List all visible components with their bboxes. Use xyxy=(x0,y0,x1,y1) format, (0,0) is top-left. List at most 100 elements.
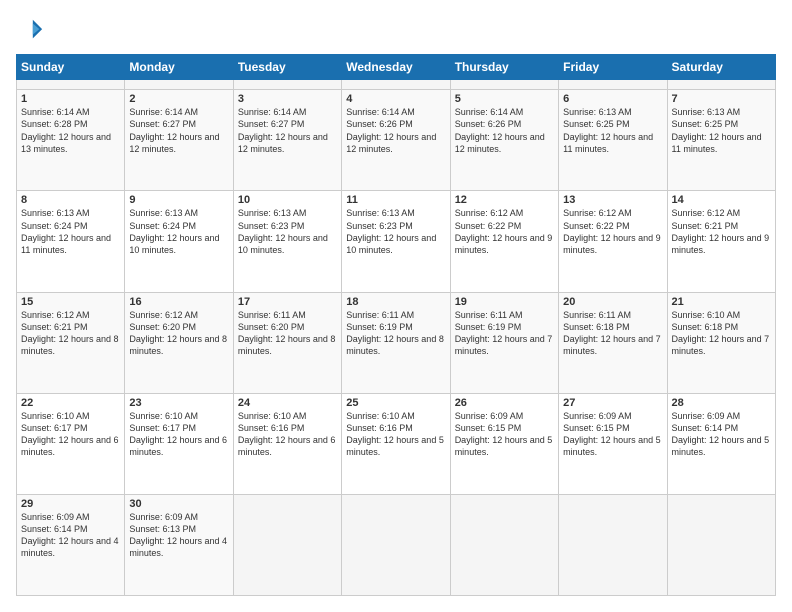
day-number: 3 xyxy=(238,93,337,105)
calendar-cell: 23Sunrise: 6:10 AMSunset: 6:17 PMDayligh… xyxy=(125,393,233,494)
calendar-cell: 6Sunrise: 6:13 AMSunset: 6:25 PMDaylight… xyxy=(559,90,667,191)
calendar-cell: 26Sunrise: 6:09 AMSunset: 6:15 PMDayligh… xyxy=(450,393,558,494)
day-info: Sunrise: 6:13 AMSunset: 6:24 PMDaylight:… xyxy=(21,207,120,256)
calendar-cell: 24Sunrise: 6:10 AMSunset: 6:16 PMDayligh… xyxy=(233,393,341,494)
day-number: 24 xyxy=(238,397,337,409)
calendar-cell: 4Sunrise: 6:14 AMSunset: 6:26 PMDaylight… xyxy=(342,90,450,191)
day-info: Sunrise: 6:13 AMSunset: 6:23 PMDaylight:… xyxy=(238,207,337,256)
day-info: Sunrise: 6:11 AMSunset: 6:18 PMDaylight:… xyxy=(563,309,662,358)
day-info: Sunrise: 6:10 AMSunset: 6:16 PMDaylight:… xyxy=(346,410,445,459)
day-info: Sunrise: 6:11 AMSunset: 6:19 PMDaylight:… xyxy=(346,309,445,358)
week-row-4: 22Sunrise: 6:10 AMSunset: 6:17 PMDayligh… xyxy=(17,393,776,494)
calendar-cell xyxy=(233,80,341,90)
calendar-cell: 22Sunrise: 6:10 AMSunset: 6:17 PMDayligh… xyxy=(17,393,125,494)
calendar-cell xyxy=(450,80,558,90)
week-row-2: 8Sunrise: 6:13 AMSunset: 6:24 PMDaylight… xyxy=(17,191,776,292)
day-info: Sunrise: 6:14 AMSunset: 6:26 PMDaylight:… xyxy=(346,106,445,155)
day-number: 10 xyxy=(238,194,337,206)
day-number: 15 xyxy=(21,296,120,308)
day-number: 12 xyxy=(455,194,554,206)
day-number: 23 xyxy=(129,397,228,409)
calendar-cell: 2Sunrise: 6:14 AMSunset: 6:27 PMDaylight… xyxy=(125,90,233,191)
calendar-cell xyxy=(342,494,450,595)
day-header-tuesday: Tuesday xyxy=(233,55,341,80)
calendar-cell: 12Sunrise: 6:12 AMSunset: 6:22 PMDayligh… xyxy=(450,191,558,292)
calendar-cell xyxy=(667,80,775,90)
day-number: 20 xyxy=(563,296,662,308)
day-info: Sunrise: 6:09 AMSunset: 6:14 PMDaylight:… xyxy=(21,511,120,560)
calendar-cell: 30Sunrise: 6:09 AMSunset: 6:13 PMDayligh… xyxy=(125,494,233,595)
calendar-cell: 13Sunrise: 6:12 AMSunset: 6:22 PMDayligh… xyxy=(559,191,667,292)
week-row-3: 15Sunrise: 6:12 AMSunset: 6:21 PMDayligh… xyxy=(17,292,776,393)
day-number: 1 xyxy=(21,93,120,105)
calendar-cell: 17Sunrise: 6:11 AMSunset: 6:20 PMDayligh… xyxy=(233,292,341,393)
day-number: 26 xyxy=(455,397,554,409)
calendar-cell xyxy=(125,80,233,90)
day-info: Sunrise: 6:13 AMSunset: 6:25 PMDaylight:… xyxy=(672,106,771,155)
week-row-0 xyxy=(17,80,776,90)
calendar-page: SundayMondayTuesdayWednesdayThursdayFrid… xyxy=(0,0,792,612)
day-number: 6 xyxy=(563,93,662,105)
calendar-cell: 10Sunrise: 6:13 AMSunset: 6:23 PMDayligh… xyxy=(233,191,341,292)
day-info: Sunrise: 6:12 AMSunset: 6:21 PMDaylight:… xyxy=(672,207,771,256)
calendar-cell: 27Sunrise: 6:09 AMSunset: 6:15 PMDayligh… xyxy=(559,393,667,494)
day-number: 17 xyxy=(238,296,337,308)
day-info: Sunrise: 6:09 AMSunset: 6:15 PMDaylight:… xyxy=(563,410,662,459)
day-number: 18 xyxy=(346,296,445,308)
day-number: 22 xyxy=(21,397,120,409)
day-info: Sunrise: 6:11 AMSunset: 6:20 PMDaylight:… xyxy=(238,309,337,358)
calendar-cell xyxy=(559,80,667,90)
day-number: 11 xyxy=(346,194,445,206)
day-info: Sunrise: 6:14 AMSunset: 6:26 PMDaylight:… xyxy=(455,106,554,155)
calendar-cell: 18Sunrise: 6:11 AMSunset: 6:19 PMDayligh… xyxy=(342,292,450,393)
day-info: Sunrise: 6:11 AMSunset: 6:19 PMDaylight:… xyxy=(455,309,554,358)
day-info: Sunrise: 6:10 AMSunset: 6:18 PMDaylight:… xyxy=(672,309,771,358)
calendar-cell: 21Sunrise: 6:10 AMSunset: 6:18 PMDayligh… xyxy=(667,292,775,393)
day-number: 30 xyxy=(129,498,228,510)
calendar-cell: 1Sunrise: 6:14 AMSunset: 6:28 PMDaylight… xyxy=(17,90,125,191)
calendar-cell: 14Sunrise: 6:12 AMSunset: 6:21 PMDayligh… xyxy=(667,191,775,292)
header xyxy=(16,16,776,44)
day-info: Sunrise: 6:12 AMSunset: 6:22 PMDaylight:… xyxy=(563,207,662,256)
day-header-monday: Monday xyxy=(125,55,233,80)
day-number: 19 xyxy=(455,296,554,308)
day-info: Sunrise: 6:09 AMSunset: 6:14 PMDaylight:… xyxy=(672,410,771,459)
calendar-cell xyxy=(667,494,775,595)
day-header-wednesday: Wednesday xyxy=(342,55,450,80)
day-info: Sunrise: 6:14 AMSunset: 6:27 PMDaylight:… xyxy=(238,106,337,155)
calendar-header-row: SundayMondayTuesdayWednesdayThursdayFrid… xyxy=(17,55,776,80)
calendar-cell: 25Sunrise: 6:10 AMSunset: 6:16 PMDayligh… xyxy=(342,393,450,494)
day-header-saturday: Saturday xyxy=(667,55,775,80)
calendar-cell xyxy=(342,80,450,90)
day-info: Sunrise: 6:12 AMSunset: 6:22 PMDaylight:… xyxy=(455,207,554,256)
logo-icon xyxy=(16,16,44,44)
calendar-cell xyxy=(233,494,341,595)
day-number: 21 xyxy=(672,296,771,308)
day-number: 7 xyxy=(672,93,771,105)
calendar-cell: 8Sunrise: 6:13 AMSunset: 6:24 PMDaylight… xyxy=(17,191,125,292)
day-info: Sunrise: 6:12 AMSunset: 6:20 PMDaylight:… xyxy=(129,309,228,358)
calendar-cell: 9Sunrise: 6:13 AMSunset: 6:24 PMDaylight… xyxy=(125,191,233,292)
calendar-cell xyxy=(17,80,125,90)
day-number: 14 xyxy=(672,194,771,206)
week-row-1: 1Sunrise: 6:14 AMSunset: 6:28 PMDaylight… xyxy=(17,90,776,191)
calendar-table: SundayMondayTuesdayWednesdayThursdayFrid… xyxy=(16,54,776,596)
day-info: Sunrise: 6:09 AMSunset: 6:13 PMDaylight:… xyxy=(129,511,228,560)
day-number: 13 xyxy=(563,194,662,206)
day-number: 2 xyxy=(129,93,228,105)
calendar-cell: 16Sunrise: 6:12 AMSunset: 6:20 PMDayligh… xyxy=(125,292,233,393)
day-info: Sunrise: 6:13 AMSunset: 6:24 PMDaylight:… xyxy=(129,207,228,256)
day-number: 5 xyxy=(455,93,554,105)
day-info: Sunrise: 6:10 AMSunset: 6:17 PMDaylight:… xyxy=(21,410,120,459)
calendar-cell: 5Sunrise: 6:14 AMSunset: 6:26 PMDaylight… xyxy=(450,90,558,191)
day-header-sunday: Sunday xyxy=(17,55,125,80)
day-number: 29 xyxy=(21,498,120,510)
day-info: Sunrise: 6:13 AMSunset: 6:23 PMDaylight:… xyxy=(346,207,445,256)
day-number: 9 xyxy=(129,194,228,206)
calendar-cell: 19Sunrise: 6:11 AMSunset: 6:19 PMDayligh… xyxy=(450,292,558,393)
day-info: Sunrise: 6:09 AMSunset: 6:15 PMDaylight:… xyxy=(455,410,554,459)
calendar-cell: 29Sunrise: 6:09 AMSunset: 6:14 PMDayligh… xyxy=(17,494,125,595)
day-info: Sunrise: 6:10 AMSunset: 6:17 PMDaylight:… xyxy=(129,410,228,459)
calendar-cell xyxy=(559,494,667,595)
day-header-thursday: Thursday xyxy=(450,55,558,80)
